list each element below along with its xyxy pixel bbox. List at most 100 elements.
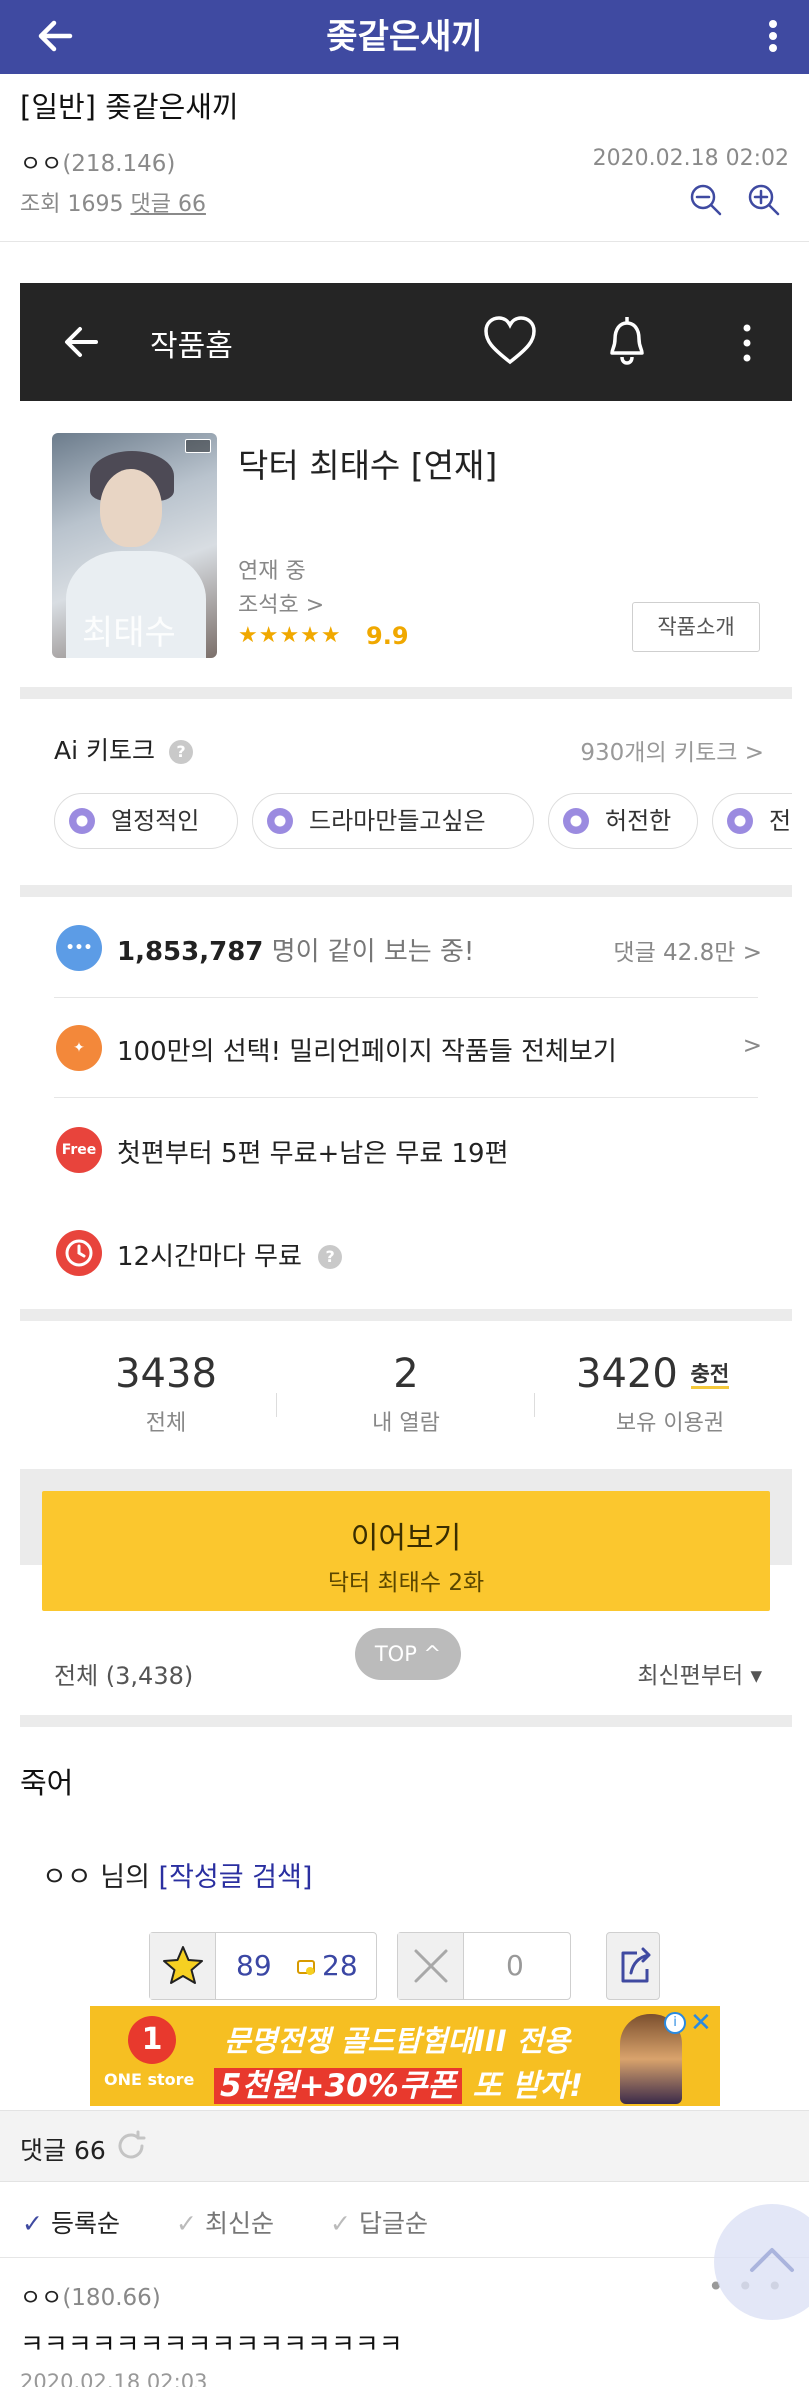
cover-image: 최태수 — [52, 433, 217, 658]
zoom-out-icon[interactable] — [688, 182, 724, 218]
mobile-icon — [297, 1960, 315, 1975]
back-arrow-icon — [65, 327, 98, 357]
chip-dot-icon — [727, 808, 753, 834]
comment-date: 2020.02.18 02:03 — [20, 2370, 208, 2387]
chevron-right-icon: > — [742, 1033, 762, 1059]
ad-banner[interactable]: 1 ONE store 문명전쟁 골드탑험대III 전용 5천원+30%쿠폰 또… — [90, 2006, 720, 2106]
promo-row: 100만의 선택! 밀리언페이지 작품들 전체보기 — [117, 1037, 617, 1067]
post-stats: 조회 1695 댓글 66 — [20, 186, 206, 218]
divider — [54, 1097, 758, 1098]
upvote-count: 89 — [236, 1949, 272, 1982]
downvote-box[interactable]: 0 — [397, 1932, 571, 2000]
mobile-upvote-count: 28 — [322, 1949, 358, 1982]
stat-ticket-num: 3420 — [576, 1351, 678, 1397]
continue-subtitle: 닥터 최태수 2화 — [327, 1570, 485, 1596]
party-icon: ✦ — [56, 1025, 102, 1071]
help-icon: ? — [168, 740, 193, 764]
continue-title: 이어보기 — [350, 1521, 462, 1556]
chip-dot-icon — [563, 808, 589, 834]
ai-keytalk-label: Ai 키토크 ? — [54, 731, 193, 767]
chat-bubble-icon: ••• — [56, 925, 102, 971]
help-icon: ? — [318, 1245, 343, 1269]
comments-count: 댓글 66 — [20, 2136, 106, 2165]
upvote-star-button[interactable] — [150, 1933, 216, 1999]
refresh-icon[interactable] — [114, 2129, 148, 2163]
bell-icon — [610, 317, 644, 365]
work-title: 닥터 최태수 [연재] — [238, 446, 498, 485]
star-icon — [163, 1946, 203, 1984]
episode-sort: 최신편부터 ▾ — [637, 1663, 762, 1689]
app-bar-title: 좆같은새끼 — [326, 17, 483, 57]
divider — [276, 1393, 277, 1417]
scroll-top-button[interactable] — [714, 2204, 809, 2320]
free-row: 첫편부터 5편 무료+남은 무료 19편 — [117, 1139, 509, 1169]
zoom-in-icon[interactable] — [746, 182, 782, 218]
section-gap — [20, 885, 792, 897]
continue-reading-button: 이어보기 닥터 최태수 2화 — [42, 1491, 770, 1611]
ad-info-icon[interactable]: i — [664, 2012, 686, 2034]
sort-tab-replies[interactable]: ✓ 답글순 — [330, 2204, 428, 2240]
charge-link: 충전 — [690, 1362, 730, 1389]
stat-total-num: 3438 — [115, 1351, 217, 1397]
more-menu-icon[interactable] — [753, 11, 793, 61]
post-title: [일반] 좆같은새끼 — [20, 90, 239, 124]
cover-face — [100, 469, 162, 547]
stat-ticket-label: 보유 이용권 — [615, 1411, 725, 1436]
embedded-app-bar: 작품홈 — [20, 283, 792, 401]
onestore-logo-icon: 1 — [128, 2016, 176, 2064]
check-icon: ✓ — [330, 2209, 351, 2238]
keytalk-chip: 열정적인 — [54, 793, 238, 849]
ad-close-icon[interactable]: ✕ — [690, 2008, 712, 2038]
x-icon — [414, 1949, 448, 1983]
stat-total-label: 전체 — [145, 1411, 187, 1436]
author-search-line: ㅇㅇ 님의 [작성글 검색] — [42, 1862, 313, 1893]
divider — [534, 1393, 535, 1417]
section-gap — [20, 687, 792, 699]
section-gap — [20, 1309, 792, 1321]
keytalk-chip: 허전한 — [548, 793, 698, 849]
star-rating-icon: ★★★★★ — [238, 623, 342, 648]
comments-header: 댓글 66 — [0, 2110, 809, 2182]
viewers-row: 1,853,787 명이 같이 보는 중! — [117, 937, 475, 967]
viewers-comments: 댓글 42.8만 > — [613, 940, 762, 966]
comment-text: ㅋㅋㅋㅋㅋㅋㅋㅋㅋㅋㅋㅋㅋㅋㅋㅋ — [20, 2330, 403, 2360]
share-icon — [621, 1947, 651, 1983]
keytalk-chip: 전문 — [712, 793, 792, 849]
heart-icon — [484, 316, 536, 365]
work-status: 연재 중 — [238, 559, 306, 584]
post-date: 2020.02.18 02:02 — [592, 146, 789, 171]
view-count: 조회 1695 — [20, 192, 124, 217]
post-body: 죽어 — [20, 1766, 74, 1800]
divider — [54, 997, 758, 998]
divider — [0, 2257, 809, 2258]
cover-badge — [185, 439, 211, 453]
clock-icon — [56, 1230, 102, 1276]
embedded-bar-title: 작품홈 — [150, 329, 233, 364]
chip-dot-icon — [267, 808, 293, 834]
author-search-link[interactable]: [작성글 검색] — [159, 1862, 313, 1893]
upvote-box[interactable]: 89 28 — [149, 1932, 377, 2000]
downvote-button[interactable] — [398, 1933, 464, 1999]
app-bar: 좆같은새끼 — [0, 0, 809, 74]
work-intro-button: 작품소개 — [632, 602, 760, 652]
chevron-up-icon — [750, 2248, 794, 2272]
stat-ticket: 3420 충전 — [576, 1351, 786, 1397]
keytalk-chip: 드라마만들고싶은 — [252, 793, 534, 849]
check-icon: ✓ — [176, 2209, 197, 2238]
comment-author[interactable]: ㅇㅇ(180.66) — [20, 2278, 161, 2312]
cover-title: 최태수 — [82, 613, 176, 653]
post-author[interactable]: ㅇㅇ(218.146) — [20, 144, 175, 178]
ai-keytalk-count: 930개의 키토크 > — [580, 740, 764, 766]
comment-count-link[interactable]: 댓글 66 — [130, 192, 205, 217]
embedded-screenshot: 작품홈 최태수 닥터 최태수 [연재] 연재 중 조석호 > ★★★★★ 9.9… — [20, 283, 792, 1742]
chip-dot-icon — [69, 808, 95, 834]
ad-line-1: 문명전쟁 골드탑험대III 전용 — [224, 2024, 571, 2058]
ad-line-2: 5천원+30%쿠폰 또 받자! — [214, 2060, 583, 2105]
share-button[interactable] — [606, 1932, 660, 2000]
sort-tab-latest[interactable]: ✓ 최신순 — [176, 2204, 274, 2240]
author-name: ㅇㅇ — [20, 151, 63, 177]
back-arrow-icon[interactable] — [30, 11, 80, 61]
sort-tab-registered[interactable]: ✓ 등록순 — [22, 2204, 120, 2240]
work-author: 조석호 > — [238, 593, 325, 618]
free-badge-icon: Free — [56, 1127, 102, 1173]
